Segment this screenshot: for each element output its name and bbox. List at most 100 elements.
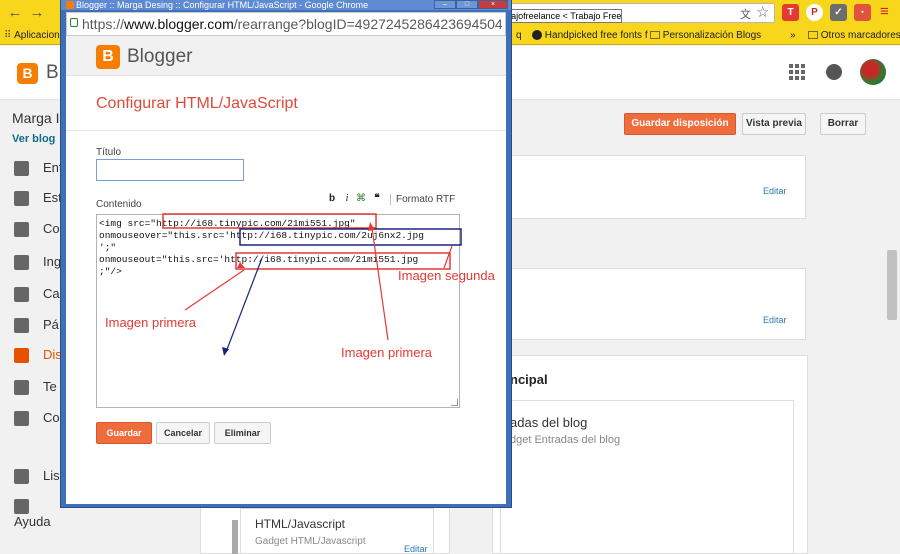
content-label: Contenido <box>96 199 142 210</box>
code-line: <img src="http://i68.tinypic.com/21mi551… <box>99 218 356 229</box>
sidebar-item-label: Lis <box>43 468 60 483</box>
annotation-imagen-primera-left: Imagen primera <box>105 315 197 330</box>
resize-grip-icon[interactable] <box>451 399 458 406</box>
bookmark-apps-label: Aplicacion <box>14 30 60 41</box>
comments-icon <box>14 222 29 238</box>
edit-link[interactable]: Editar <box>763 315 787 325</box>
layout-icon <box>14 348 29 364</box>
save-button[interactable]: Guardar <box>96 422 152 444</box>
settings-icon <box>14 411 29 427</box>
drag-handle[interactable] <box>232 520 238 554</box>
ext-check-icon[interactable]: ✓ <box>830 4 847 21</box>
annotation-imagen-segunda: Imagen segunda <box>398 268 495 283</box>
folder-icon <box>650 31 660 40</box>
sidebar-item-label: Co <box>43 410 60 425</box>
sidebar-item-label: Pá <box>43 317 59 332</box>
widget-html-subtitle: Gadget HTML/Javascript <box>255 536 366 547</box>
bookmark-personalizacion-label: Personalización Blogs <box>662 30 762 41</box>
popup-url[interactable]: https://www.blogger.com/rearrange?blogID… <box>82 16 502 32</box>
posts-icon <box>14 161 29 177</box>
layout-section-sidebar <box>500 268 806 340</box>
blogger-logo-icon[interactable]: B <box>17 63 38 84</box>
url-host: www.blogger.com <box>124 16 234 32</box>
avatar[interactable] <box>860 59 886 85</box>
bookmark-otros[interactable]: Otros marcadores <box>808 28 900 43</box>
code-line: ';" <box>99 242 117 253</box>
scrollbar-thumb[interactable] <box>887 250 897 320</box>
title-input[interactable] <box>96 159 244 181</box>
blogger-logo-icon: B <box>96 45 120 69</box>
quote-icon[interactable]: ❝ <box>371 193 383 205</box>
forward-arrow-icon[interactable]: → <box>28 4 46 22</box>
help-icon <box>14 499 29 515</box>
edit-link[interactable]: Editar <box>404 544 428 554</box>
widget-posts-subtitle: dget Entradas del blog <box>510 434 621 446</box>
url-scheme: https:// <box>82 16 125 32</box>
delete-widget-button[interactable]: Eliminar <box>214 422 271 444</box>
sidebar-item-label: Ing <box>43 254 62 269</box>
blog-name[interactable]: Marga I <box>12 110 59 126</box>
close-icon[interactable]: × <box>478 0 508 9</box>
sidebar-item-label: Ayuda <box>14 514 51 530</box>
page-title: Configurar HTML/JavaScript <box>96 95 298 112</box>
bookmark-apps[interactable]: ⠿ Aplicacion <box>4 28 62 43</box>
sidebar-item-label: Dis <box>43 347 62 362</box>
divider <box>66 130 506 131</box>
sidebar-item-label: Te <box>43 379 57 394</box>
url-path: /rearrange?blogID=49272452864236945048ac… <box>233 16 502 32</box>
maximize-icon[interactable]: □ <box>456 0 478 9</box>
edit-link[interactable]: Editar <box>763 186 787 196</box>
notifications-icon[interactable] <box>826 64 842 80</box>
sidebar-item-label: Est <box>43 190 62 205</box>
save-layout-button[interactable]: Guardar disposición <box>624 113 736 135</box>
blogger-brand: B <box>46 62 59 83</box>
lock-icon <box>70 18 78 27</box>
italic-icon[interactable]: i <box>341 193 353 205</box>
sidebar-item-label: Ca <box>43 286 60 301</box>
toolbar-separator <box>390 194 391 205</box>
widget-posts-title: adas del blog <box>510 415 588 430</box>
title-label: Título <box>96 147 122 158</box>
code-line: onmouseout="this.src='http://i68.tinypic… <box>99 254 419 265</box>
campaigns-icon <box>14 287 29 303</box>
menu-icon[interactable]: ≡ <box>880 3 889 20</box>
preview-button[interactable]: Vista previa <box>742 113 806 135</box>
bold-icon[interactable]: b <box>326 193 338 205</box>
back-arrow-icon[interactable]: ← <box>6 4 24 22</box>
content-textarea[interactable] <box>96 214 460 408</box>
code-line: ;"/> <box>99 266 122 277</box>
format-rtf-link[interactable]: Formato RTF <box>396 194 455 205</box>
bookmarks-more[interactable]: » <box>790 28 796 43</box>
cancel-button[interactable]: Cancelar <box>156 422 210 444</box>
annotation-imagen-primera-right: Imagen primera <box>341 345 433 360</box>
google-apps-icon[interactable] <box>789 64 805 80</box>
handpicked-icon <box>532 30 542 41</box>
blogger-favicon-icon <box>66 1 74 9</box>
star-icon[interactable]: ☆ <box>756 3 769 21</box>
popup-brand: Blogger <box>127 46 193 67</box>
code-line: onmouseover="this.src='http://i68.tinypi… <box>99 230 424 241</box>
ext-t-icon[interactable]: T <box>782 4 799 21</box>
main-section-title: ncipal <box>510 372 548 387</box>
folder-icon <box>808 31 818 40</box>
template-icon <box>14 380 29 396</box>
ext-red-icon[interactable]: ▪ <box>854 4 871 21</box>
minimize-icon[interactable]: – <box>434 0 456 9</box>
sidebar-item-label: Co <box>43 221 60 236</box>
widget-html-title: HTML/Javascript <box>255 517 346 531</box>
pages-icon <box>14 318 29 334</box>
link-icon[interactable]: ⌘ <box>355 193 367 205</box>
layout-section-header <box>500 155 806 219</box>
view-blog-link[interactable]: Ver blog <box>12 133 55 145</box>
delete-button[interactable]: Borrar <box>820 113 866 135</box>
page-scrollbar[interactable] <box>884 150 900 554</box>
popup-window-title: Blogger :: Marga Desing :: Configurar HT… <box>76 0 369 10</box>
bookmark-otros-label: Otros marcadores <box>820 30 900 41</box>
stats-icon <box>14 191 29 207</box>
bookmark-handpicked[interactable]: Handpicked free fonts f <box>532 28 648 43</box>
bookmark-truncated[interactable]: q <box>516 28 522 43</box>
bookmark-personalizacion[interactable]: Personalización Blogs <box>650 28 761 43</box>
translate-icon[interactable]: 文 <box>740 6 751 22</box>
earnings-icon <box>14 255 29 271</box>
pinterest-icon[interactable]: P <box>806 4 823 21</box>
